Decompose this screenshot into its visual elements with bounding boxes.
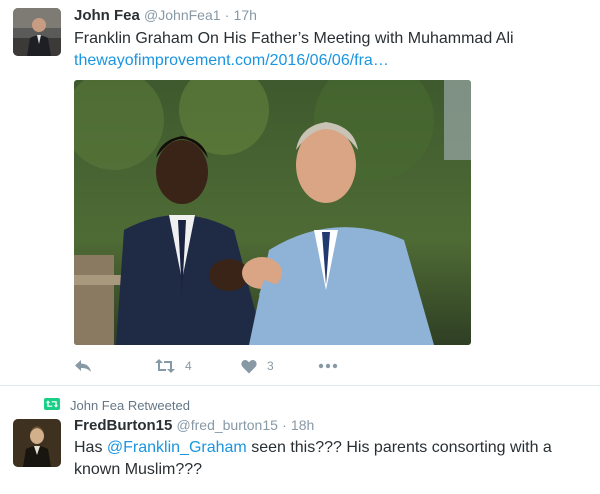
tweet-text-block: Franklin Graham On His Father’s Meeting … [74, 28, 594, 72]
like-button[interactable]: 3 [241, 356, 274, 376]
avatar[interactable] [13, 8, 61, 56]
more-icon [318, 363, 338, 369]
retweet-count: 4 [185, 359, 192, 373]
retweet-icon [154, 358, 176, 374]
mention-link[interactable]: @Franklin_Graham [107, 439, 247, 456]
reply-button[interactable] [74, 356, 92, 376]
tweet-link[interactable]: thewayofimprovement.com/2016/06/06/fra… [74, 50, 594, 72]
avatar[interactable] [13, 419, 61, 467]
like-count: 3 [267, 359, 274, 373]
timestamp[interactable]: 17h [234, 7, 257, 23]
tweet-fredburton15[interactable]: FredBurton15 @fred_burton15 · 18h Has @F… [0, 386, 600, 494]
tweet-text: Has @Franklin_Graham seen this??? His pa… [74, 437, 574, 481]
author-handle[interactable]: @JohnFea1 [144, 7, 220, 23]
author-name[interactable]: FredBurton15 [74, 417, 172, 434]
tweet-john-fea[interactable]: John Fea @JohnFea1 · 17h Franklin Graham… [0, 0, 600, 385]
tweet-text: Franklin Graham On His Father’s Meeting … [74, 30, 514, 47]
more-button[interactable] [318, 356, 338, 376]
separator-dot: · [224, 7, 230, 23]
reply-icon [74, 358, 92, 374]
tweet-photo[interactable] [74, 80, 471, 345]
retweet-button[interactable]: 4 [154, 356, 192, 376]
timestamp[interactable]: 18h [291, 417, 314, 433]
tweet-text-before: Has [74, 439, 107, 456]
author-handle[interactable]: @fred_burton15 [177, 417, 278, 433]
heart-icon [241, 359, 257, 374]
separator-dot: · [282, 417, 287, 433]
author-name[interactable]: John Fea [74, 7, 140, 24]
